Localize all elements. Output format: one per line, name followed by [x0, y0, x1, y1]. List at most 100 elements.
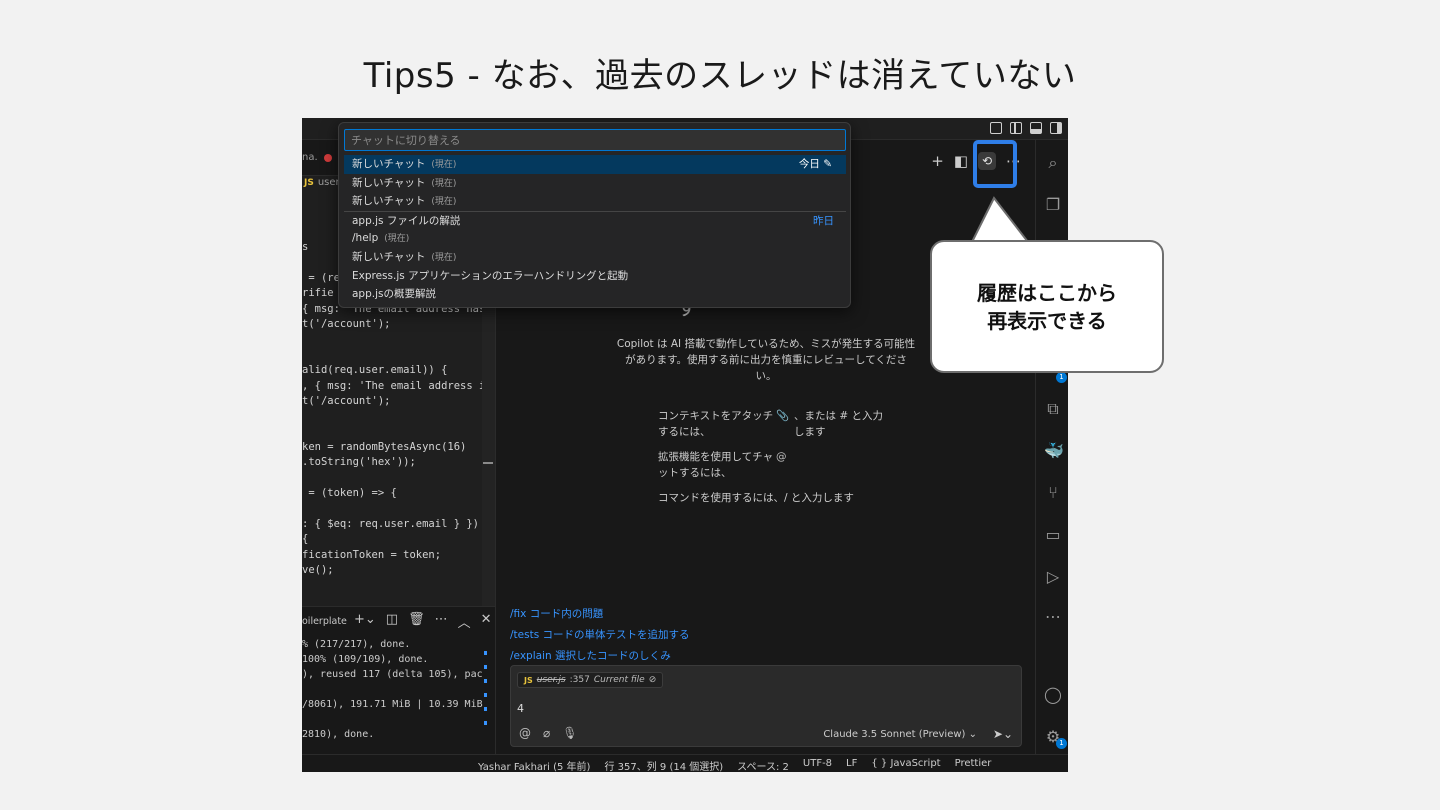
search-icon[interactable]: ⌕	[1044, 154, 1062, 172]
chevron-up-icon[interactable]: ︿	[458, 612, 471, 631]
microphone-icon[interactable]: 🎙	[562, 726, 577, 740]
split-terminal-icon[interactable]: ◫	[386, 612, 398, 631]
status-item[interactable]: スペース: 2	[737, 758, 789, 772]
suggestion-fix[interactable]: /fix コード内の問題	[510, 604, 690, 625]
input-tools: @ ⌀ 🎙	[519, 726, 577, 740]
remote-icon[interactable]: ▭	[1044, 526, 1062, 544]
chat-tips: コンテキストをアタッチするには、 📎 、または # と入力します 拡張機能を使用…	[658, 408, 888, 515]
chat-history-item[interactable]: 新しいチャット (現在) 今日 ✎	[344, 155, 846, 174]
chat-history-list: 新しいチャット (現在) 今日 ✎ 新しいチャット (現在) 新しいチャット (現在) app…	[344, 155, 846, 304]
terminal-scroll-marks	[484, 651, 488, 735]
toggle-panel-icon[interactable]	[1030, 122, 1042, 134]
item-group-label: 昨日	[813, 214, 834, 227]
tab-label[interactable]: na.	[302, 152, 318, 163]
remote-explorer-icon[interactable]: ⧉	[1044, 400, 1062, 418]
extensions-badge: 1	[1056, 372, 1067, 383]
terminal-name[interactable]: oilerplate	[302, 616, 347, 627]
chat-history-item[interactable]: Express.js アプリケーションのエラーハンドリングと起動	[344, 267, 846, 286]
paperclip-icon[interactable]: ⌀	[543, 726, 550, 740]
at-icon[interactable]: @	[519, 726, 531, 740]
close-icon[interactable]: ✕	[481, 612, 492, 631]
settings-badge: 1	[1056, 738, 1067, 749]
item-group-label: 今日 ✎	[798, 158, 832, 170]
chat-history-item[interactable]: 新しいチャット (現在)	[344, 192, 846, 211]
quickpick-input[interactable]	[344, 129, 846, 151]
send-icon[interactable]: ➤⌄	[993, 727, 1013, 741]
tip-text: 、または # と入力します	[794, 410, 883, 438]
slash-command-suggestions: /fix コード内の問題 /tests コードの単体テストを追加する /expl…	[510, 604, 690, 667]
item-label: /help	[352, 232, 379, 245]
chat-history-item[interactable]: /help (現在)	[344, 229, 846, 248]
item-label: 新しいチャット	[352, 195, 426, 208]
item-label: 新しいチャット	[352, 250, 426, 263]
at-icon: @	[776, 451, 787, 463]
code-line: , { msg: 'The email address is	[302, 379, 492, 392]
slide-title: Tips5 - なお、過去のスレッドは消えていない	[363, 56, 1077, 96]
command: /explain	[510, 650, 552, 662]
run-debug-icon[interactable]: ▷	[1044, 568, 1062, 586]
eye-off-icon[interactable]: ⊘	[649, 675, 657, 685]
docker-icon[interactable]: 🐳	[1044, 442, 1064, 460]
more-icon[interactable]: ⋯	[435, 612, 448, 631]
command-desc: 選択したコードのしくみ	[554, 650, 671, 662]
terminal-line: 2810), done.	[302, 729, 375, 740]
account-icon[interactable]: ◯	[1044, 686, 1062, 704]
chat-history-item[interactable]: app.js ファイルの解説 昨日	[344, 210, 846, 230]
more-icon[interactable]: ⋯	[1044, 608, 1062, 626]
item-note: (現在)	[384, 234, 410, 245]
customize-layout-icon[interactable]	[990, 122, 1002, 134]
chat-input-text[interactable]: 4	[517, 702, 524, 715]
chat-input-box[interactable]: JS user.js:357 Current file ⊘ 4 @ ⌀ 🎙 Cl…	[510, 665, 1022, 747]
file-status: Current file	[593, 675, 645, 685]
code-line: = (token) => {	[302, 487, 397, 500]
tip-text	[794, 449, 888, 481]
suggestion-explain[interactable]: /explain 選択したコードのしくみ	[510, 646, 690, 667]
status-item[interactable]: 行 357、列 9 (14 個選択)	[604, 758, 723, 772]
trash-icon[interactable]: 🗑	[408, 612, 425, 631]
sash-handle[interactable]	[483, 462, 493, 464]
status-bar: Yashar Fakhari (5 年前) 行 357、列 9 (14 個選択) ス…	[302, 754, 1068, 772]
item-note: (現在)	[431, 178, 457, 189]
tip-text: コマンドを使用するには、/ と入力します	[658, 492, 854, 504]
file-name: user.js	[536, 675, 566, 685]
switch-chat-quickpick: 新しいチャット (現在) 今日 ✎ 新しいチャット (現在) 新しいチャット (現在) app…	[338, 122, 851, 308]
new-chat-icon[interactable]: +	[931, 152, 944, 170]
item-note: (現在)	[431, 252, 457, 263]
layout-controls	[990, 122, 1062, 134]
status-item[interactable]: LF	[846, 758, 857, 772]
terminal-line: /8061), 191.71 MiB | 10.39 MiB	[302, 699, 483, 710]
command-desc: コード内の問題	[529, 608, 604, 620]
callout-tail	[970, 196, 1031, 244]
code-line: ken = randomBytesAsync(16)	[302, 441, 467, 454]
status-item[interactable]: Yashar Fakhari (5 年前)	[478, 758, 590, 772]
model-picker[interactable]: Claude 3.5 Sonnet (Preview) ⌄	[823, 729, 977, 740]
toggle-primary-sidebar-icon[interactable]	[1010, 122, 1022, 134]
command-desc: コードの単体テストを追加する	[542, 629, 690, 641]
status-item[interactable]: { } JavaScript	[871, 758, 940, 772]
chat-history-item[interactable]: 新しいチャット (現在)	[344, 174, 846, 193]
panel-header: oilerplate +⌄ ◫ 🗑 ⋯ ︿ ✕	[302, 607, 495, 633]
chat-history-item[interactable]: 新しいチャット (現在)	[344, 248, 846, 267]
toggle-secondary-sidebar-icon[interactable]	[1050, 122, 1062, 134]
suggestion-tests[interactable]: /tests コードの単体テストを追加する	[510, 625, 690, 646]
callout-bubble: 履歴はここから 再表示できる	[930, 240, 1164, 373]
new-terminal-icon[interactable]: +⌄	[354, 612, 376, 631]
source-control-icon[interactable]: ⑂	[1044, 484, 1062, 502]
status-item[interactable]: Prettier	[955, 758, 992, 772]
chat-history-item[interactable]: app.jsの概要解説	[344, 285, 846, 304]
item-label: Express.js アプリケーションのエラーハンドリングと起動	[352, 269, 629, 282]
breadcrumb[interactable]: JS user	[302, 177, 340, 195]
callout-line-2: 再表示できる	[987, 308, 1107, 333]
code-line: ficationToken = token;	[302, 548, 442, 561]
terminal-output[interactable]: % (217/217), done. 100% (109/109), done.)…	[302, 637, 483, 772]
status-item[interactable]: UTF-8	[803, 758, 832, 772]
code-line: alid(req.user.email)) {	[302, 364, 448, 377]
open-in-editor-icon[interactable]: ◧	[954, 152, 968, 170]
command: /tests	[510, 629, 540, 641]
context-file-chip[interactable]: JS user.js:357 Current file ⊘	[517, 672, 664, 688]
breadcrumb-file[interactable]: user	[318, 177, 340, 188]
